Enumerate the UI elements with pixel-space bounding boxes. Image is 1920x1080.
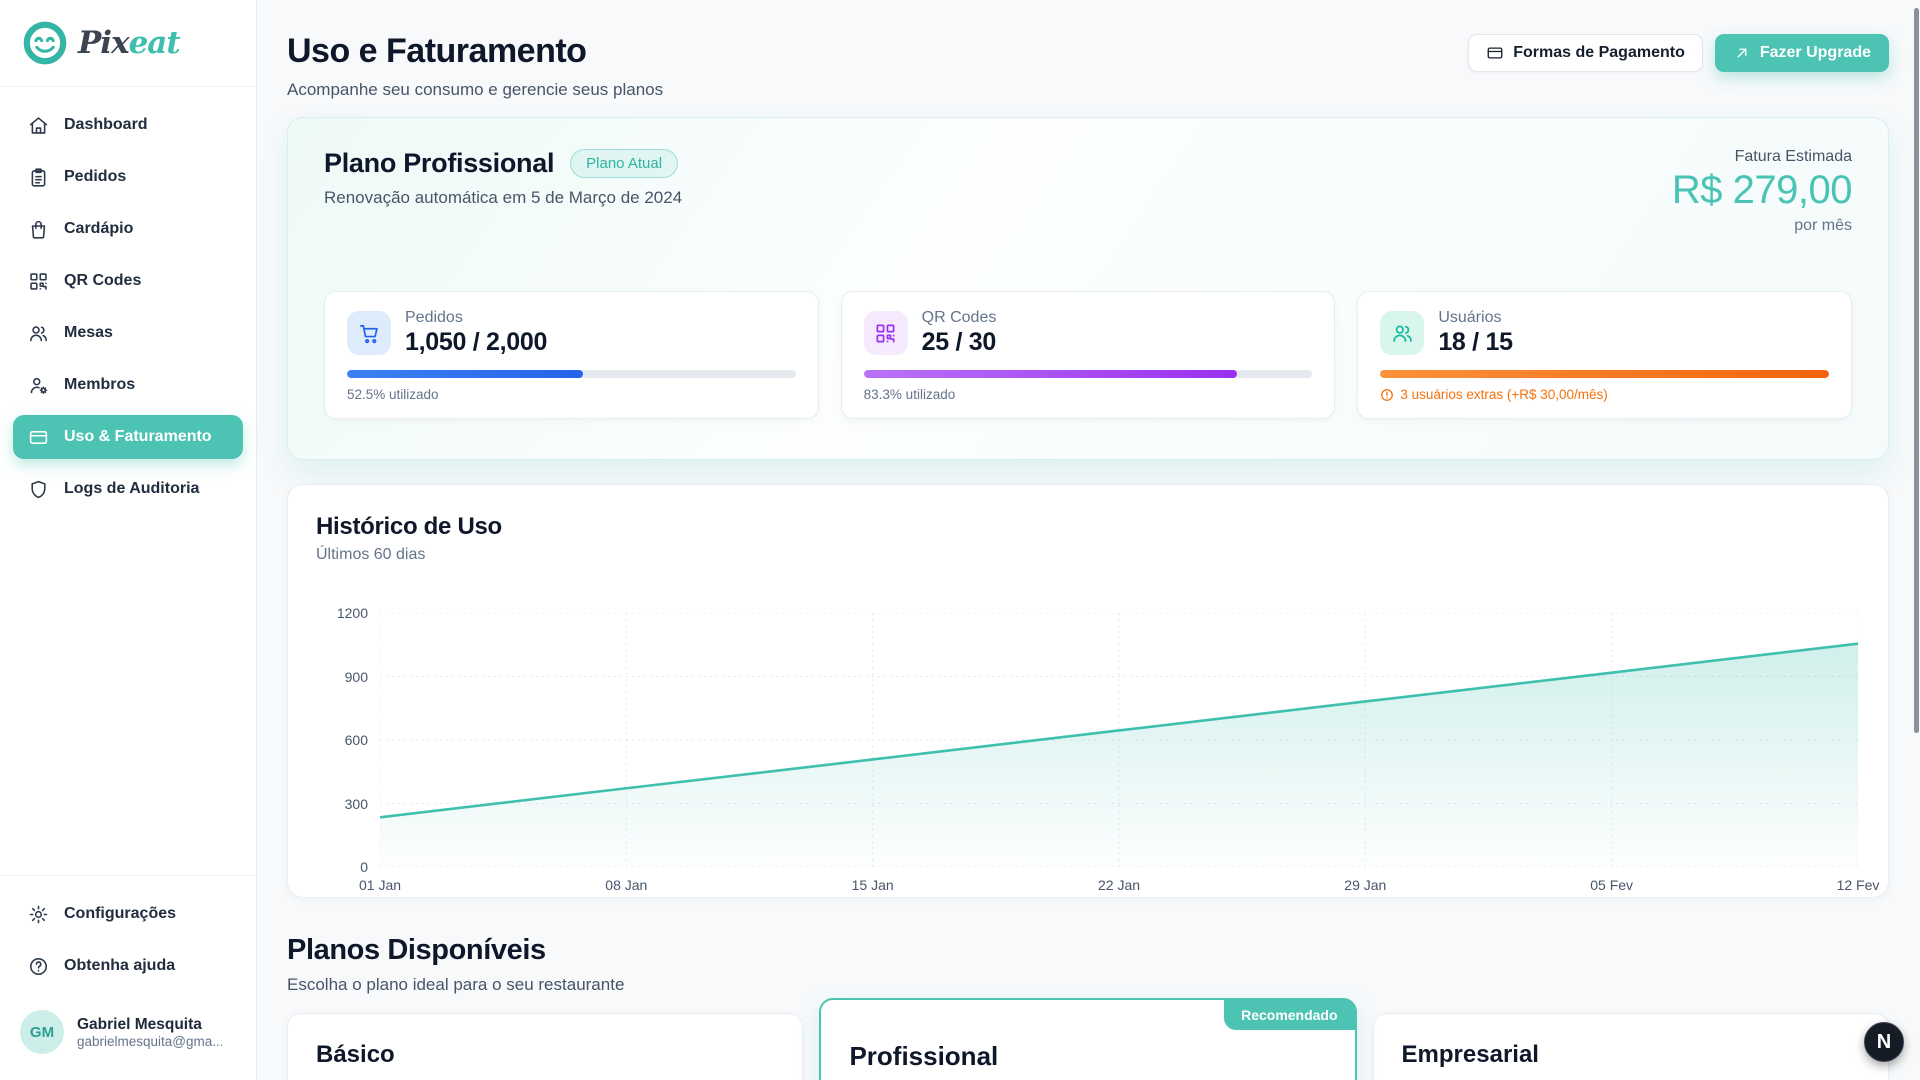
usage-label: Pedidos (405, 309, 547, 327)
usage-progress-track (1380, 370, 1829, 378)
sidebar-footer-nav: Configurações Obtenha ajuda (0, 875, 256, 996)
chart-subtitle: Últimos 60 dias (316, 546, 1858, 564)
payment-methods-button[interactable]: Formas de Pagamento (1468, 34, 1703, 72)
upgrade-button[interactable]: Fazer Upgrade (1715, 34, 1889, 72)
users-icon (28, 323, 49, 344)
x-axis-tick: 12 Fev (1837, 877, 1880, 893)
usage-history-card: Histórico de Uso Últimos 60 dias 0300600… (287, 484, 1889, 898)
y-axis-tick: 0 (360, 859, 368, 875)
user-name: Gabriel Mesquita (77, 1015, 222, 1034)
usage-progress-track (864, 370, 1313, 378)
bag-icon (28, 219, 49, 240)
plan-option-name: Empresarial (1402, 1041, 1860, 1069)
user-email: gabrielmesquita@gma... (77, 1034, 222, 1049)
sidebar-item-membros[interactable]: Membros (13, 363, 243, 407)
plans-section-title: Planos Disponíveis (287, 934, 1889, 967)
page-subtitle: Acompanhe seu consumo e gerencie seus pl… (287, 80, 663, 100)
sidebar-item-dashboard[interactable]: Dashboard (13, 103, 243, 147)
qr-icon (864, 311, 908, 355)
pixeat-logo-icon (22, 20, 68, 66)
usage-progress-track (347, 370, 796, 378)
invoice-label: Fatura Estimada (1672, 148, 1852, 166)
home-icon (28, 115, 49, 136)
usage-history-chart: 0300600900120001 Jan08 Jan15 Jan22 Jan29… (380, 613, 1858, 867)
cart-icon (347, 311, 391, 355)
app-name: Pixeat (78, 25, 180, 61)
plan-name: Plano Profissional (324, 148, 554, 179)
usage-card-qr-codes: QR Codes 25 / 30 83.3% utilizado (841, 291, 1336, 419)
usage-note: 83.3% utilizado (864, 387, 1313, 402)
plan-renewal-info: Renovação automática em 5 de Março de 20… (324, 188, 682, 208)
usage-progress-fill (864, 370, 1238, 378)
y-axis-tick: 600 (345, 732, 368, 748)
shield-icon (28, 479, 49, 500)
usage-value: 25 / 30 (922, 328, 997, 357)
app-logo[interactable]: Pixeat (0, 0, 256, 87)
user-profile[interactable]: GM Gabriel Mesquita gabrielmesquita@gma.… (0, 996, 256, 1080)
gear-icon (28, 904, 49, 925)
x-axis-tick: 05 Fev (1590, 877, 1633, 893)
current-plan-card: Plano Profissional Plano Atual Renovação… (287, 117, 1889, 460)
usage-card-usuarios: Usuários 18 / 15 3 usuários extras (+R$ … (1357, 291, 1852, 419)
sidebar: Pixeat Dashboard Pedidos Cardápio QR Cod… (0, 0, 257, 1080)
user-gear-icon (28, 375, 49, 396)
sidebar-item-uso-faturamento[interactable]: Uso & Faturamento (13, 415, 243, 459)
usage-label: QR Codes (922, 309, 997, 327)
page-scrollbar[interactable] (1914, 8, 1919, 733)
avatar: GM (20, 1010, 64, 1054)
usage-card-pedidos: Pedidos 1,050 / 2,000 52.5% utilizado (324, 291, 819, 419)
help-icon (28, 956, 49, 977)
y-axis-tick: 300 (345, 796, 368, 812)
sidebar-item-cardapio[interactable]: Cardápio (13, 207, 243, 251)
sidebar-item-pedidos[interactable]: Pedidos (13, 155, 243, 199)
available-plans-section: Planos Disponíveis Escolha o plano ideal… (287, 934, 1889, 1080)
plans-section-subtitle: Escolha o plano ideal para o seu restaur… (287, 975, 1889, 995)
main-content: Uso e Faturamento Acompanhe seu consumo … (257, 0, 1920, 1080)
clipboard-icon (28, 167, 49, 188)
usage-label: Usuários (1438, 309, 1512, 327)
users-icon (1380, 311, 1424, 355)
y-axis-tick: 1200 (337, 605, 368, 621)
dev-tools-badge[interactable]: N (1864, 1022, 1904, 1062)
sidebar-item-qr-codes[interactable]: QR Codes (13, 259, 243, 303)
x-axis-tick: 29 Jan (1344, 877, 1386, 893)
recommended-badge: Recomendado (1224, 1000, 1354, 1030)
usage-value: 18 / 15 (1438, 328, 1512, 357)
current-plan-badge: Plano Atual (570, 149, 678, 178)
usage-progress-fill (1380, 370, 1829, 378)
credit-card-icon (1486, 44, 1504, 62)
invoice-amount: R$ 279,00 (1672, 168, 1852, 213)
x-axis-tick: 08 Jan (605, 877, 647, 893)
qr-icon (28, 271, 49, 292)
usage-note: 3 usuários extras (+R$ 30,00/mês) (1380, 387, 1829, 402)
sidebar-item-mesas[interactable]: Mesas (13, 311, 243, 355)
page-title: Uso e Faturamento (287, 32, 663, 71)
invoice-period: por mês (1672, 217, 1852, 235)
arrow-up-right-icon (1733, 44, 1751, 62)
sidebar-nav: Dashboard Pedidos Cardápio QR Codes Mesa… (0, 87, 256, 519)
sidebar-item-configuracoes[interactable]: Configurações (13, 892, 243, 936)
usage-progress-fill (347, 370, 583, 378)
plan-option-profissional[interactable]: Recomendado Profissional (819, 998, 1356, 1080)
chart-title: Histórico de Uso (316, 513, 1858, 541)
credit-card-icon (28, 427, 49, 448)
plan-options: Básico Recomendado Profissional Empresar… (287, 1013, 1889, 1080)
x-axis-tick: 22 Jan (1098, 877, 1140, 893)
x-axis-tick: 15 Jan (852, 877, 894, 893)
plan-option-name: Profissional (849, 1041, 1326, 1072)
sidebar-item-obtenha-ajuda[interactable]: Obtenha ajuda (13, 944, 243, 988)
plan-option-basico[interactable]: Básico (287, 1013, 803, 1080)
plan-option-empresarial[interactable]: Empresarial (1373, 1013, 1889, 1080)
usage-value: 1,050 / 2,000 (405, 328, 547, 357)
usage-note: 52.5% utilizado (347, 387, 796, 402)
sidebar-item-logs-de-auditoria[interactable]: Logs de Auditoria (13, 467, 243, 511)
alert-circle-icon (1380, 388, 1394, 402)
usage-metrics: Pedidos 1,050 / 2,000 52.5% utilizado QR… (324, 291, 1852, 419)
y-axis-tick: 900 (345, 669, 368, 685)
plan-option-name: Básico (316, 1041, 774, 1069)
x-axis-tick: 01 Jan (359, 877, 401, 893)
